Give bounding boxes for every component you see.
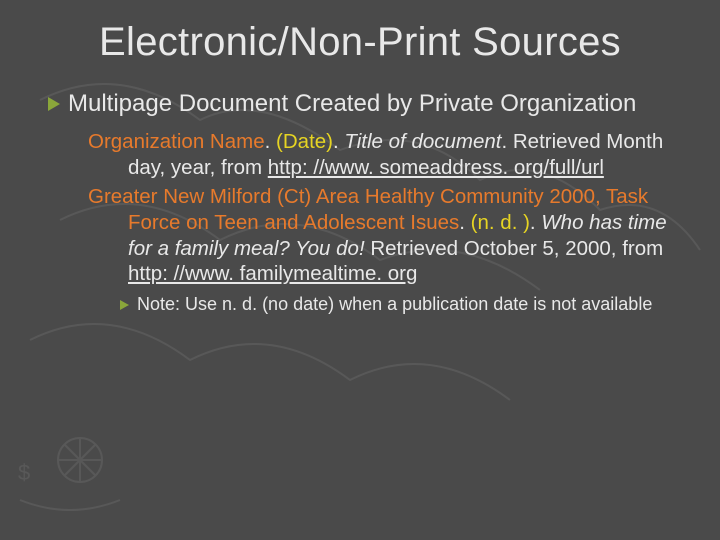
example-date: (n. d. ) [471, 211, 530, 234]
slide-title: Electronic/Non-Print Sources [48, 20, 672, 65]
heading-row: Multipage Document Created by Private Or… [48, 89, 672, 129]
example-url: http: //www. familymealtime. org [128, 262, 417, 285]
format-organization: Organization Name [88, 130, 265, 153]
format-date: (Date) [276, 130, 333, 153]
citation-format-line: Organization Name. (Date). Title of docu… [88, 129, 672, 180]
note-text: Use n. d. (no date) when a publication d… [185, 294, 652, 314]
note-line: Note: Use n. d. (no date) when a publica… [120, 293, 672, 316]
format-doc-title: Title of document [344, 130, 501, 153]
note-label: Note: [137, 294, 185, 314]
example-sep1: . [459, 211, 470, 234]
triangle-bullet-icon [48, 97, 60, 111]
citation-example-line: Greater New Milford (Ct) Area Healthy Co… [88, 184, 672, 287]
format-sep2: . [333, 130, 344, 153]
example-sep2: . [530, 211, 541, 234]
triangle-bullet-icon [120, 300, 129, 310]
format-sep1: . [265, 130, 276, 153]
slide-content: Electronic/Non-Print Sources Multipage D… [0, 0, 720, 540]
format-url: http: //www. someaddress. org/full/url [268, 156, 604, 179]
example-retrieved: Retrieved October 5, 2000, from [365, 237, 664, 260]
heading-text: Multipage Document Created by Private Or… [68, 89, 636, 119]
